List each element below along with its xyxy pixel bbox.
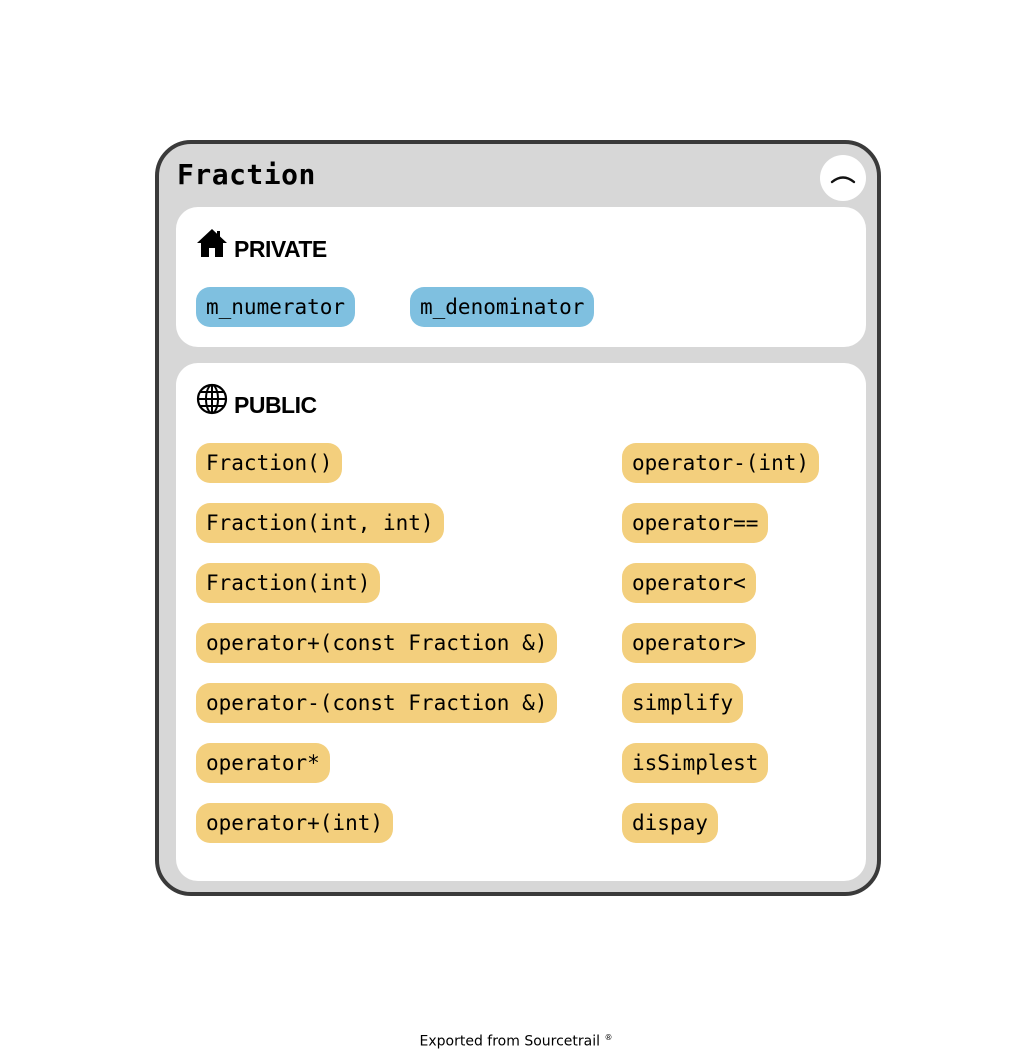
- method-is-simplest[interactable]: isSimplest: [622, 743, 769, 783]
- method-operator-greater[interactable]: operator>: [622, 623, 756, 663]
- method-fraction-default[interactable]: Fraction(): [196, 443, 343, 483]
- method-dispay[interactable]: dispay: [622, 803, 718, 843]
- footer-text: Exported from Sourcetrail: [419, 1033, 601, 1050]
- method-simplify[interactable]: simplify: [622, 683, 744, 723]
- globe-icon: [196, 383, 228, 415]
- chevron-up-icon: [830, 176, 856, 184]
- method-operator-less[interactable]: operator<: [622, 563, 756, 603]
- field-m-denominator[interactable]: m_denominator: [410, 287, 595, 327]
- public-label: PUBLIC: [234, 392, 317, 418]
- private-section: PRIVATE m_numerator m_denominator: [176, 207, 866, 347]
- collapse-button[interactable]: [820, 155, 866, 201]
- private-label: PRIVATE: [234, 236, 327, 262]
- method-fraction-int-int[interactable]: Fraction(int, int): [196, 503, 444, 543]
- method-operator-plus-int[interactable]: operator+(int): [196, 803, 394, 843]
- method-operator-plus-fraction[interactable]: operator+(const Fraction &): [196, 623, 558, 663]
- public-header: PUBLIC: [196, 381, 317, 418]
- class-title: Fraction: [177, 158, 316, 191]
- method-operator-equals[interactable]: operator==: [622, 503, 769, 543]
- public-section: PUBLIC Fraction() Fraction(int, int) Fra…: [176, 363, 866, 881]
- registered-mark: ®: [604, 1033, 613, 1042]
- export-footer: Exported from Sourcetrail ®: [0, 1033, 1032, 1050]
- field-m-numerator[interactable]: m_numerator: [196, 287, 356, 327]
- method-operator-multiply[interactable]: operator*: [196, 743, 330, 783]
- class-node-fraction[interactable]: Fraction PRIVATE m_numerator m_denominat…: [155, 140, 881, 896]
- method-operator-minus-fraction[interactable]: operator-(const Fraction &): [196, 683, 558, 723]
- method-fraction-int[interactable]: Fraction(int): [196, 563, 381, 603]
- house-icon: [197, 229, 227, 257]
- private-header: PRIVATE: [196, 225, 327, 262]
- method-operator-minus-int[interactable]: operator-(int): [622, 443, 820, 483]
